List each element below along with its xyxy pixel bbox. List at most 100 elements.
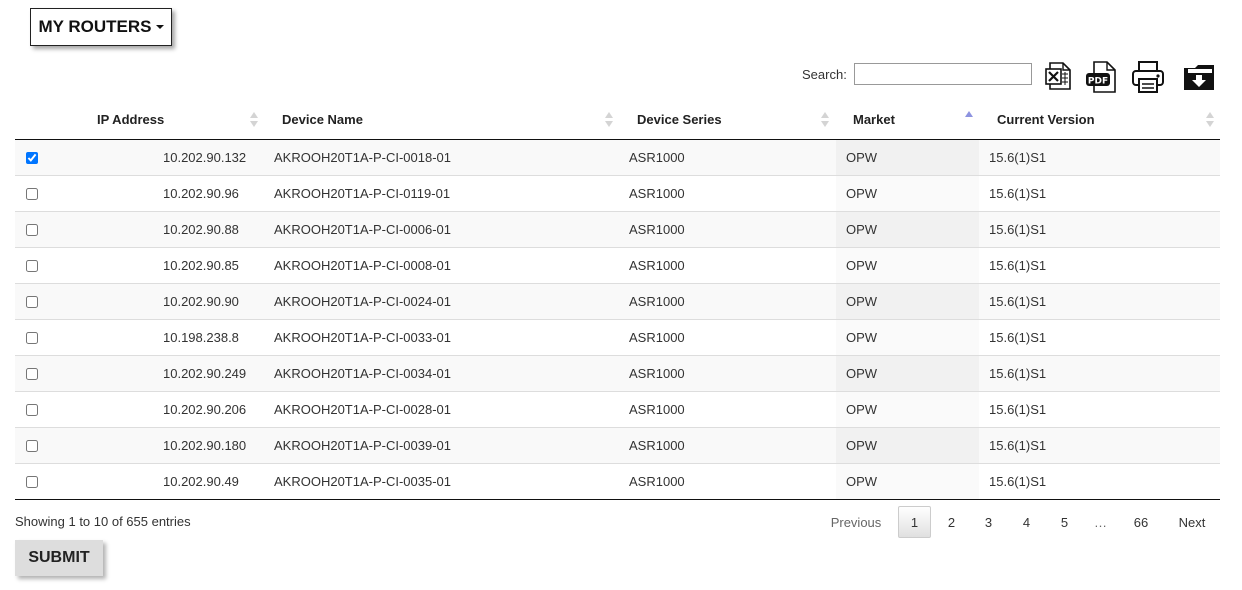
cell-current-version: 15.6(1)S1 <box>979 210 1220 247</box>
cell-market: OPW <box>836 210 979 247</box>
cell-device-name: AKROOH20T1A-P-CI-0018-01 <box>274 139 629 175</box>
row-checkbox[interactable] <box>26 476 38 489</box>
row-select-cell: 10.202.90.88 <box>15 210 274 247</box>
pagination-page[interactable]: 4 <box>1010 506 1043 538</box>
cell-market: OPW <box>836 426 979 463</box>
row-checkbox[interactable] <box>26 332 38 345</box>
row-checkbox[interactable] <box>26 404 38 417</box>
cell-device-series: ASR1000 <box>629 246 836 283</box>
cell-device-name: AKROOH20T1A-P-CI-0035-01 <box>274 462 629 500</box>
my-routers-label: MY ROUTERS <box>38 17 152 36</box>
row-select-cell: 10.202.90.90 <box>15 282 274 319</box>
sort-icon <box>605 112 613 128</box>
cell-device-name: AKROOH20T1A-P-CI-0039-01 <box>274 426 629 463</box>
search-label: Search: <box>802 67 847 82</box>
cell-current-version: 15.6(1)S1 <box>979 462 1220 500</box>
row-select-cell: 10.202.90.249 <box>15 354 274 391</box>
row-checkbox[interactable] <box>26 224 38 237</box>
cell-device-series: ASR1000 <box>629 354 836 391</box>
cell-market: OPW <box>836 318 979 355</box>
table-row[interactable]: 10.202.90.206 AKROOH20T1A-P-CI-0028-01 ASR… <box>15 390 1220 427</box>
cell-device-series: ASR1000 <box>629 210 836 247</box>
cell-device-name: AKROOH20T1A-P-CI-0024-01 <box>274 282 629 319</box>
cell-market: OPW <box>836 390 979 427</box>
table-row[interactable]: 10.202.90.88 AKROOH20T1A-P-CI-0006-01 ASR1… <box>15 210 1220 247</box>
cell-current-version: 15.6(1)S1 <box>979 426 1220 463</box>
row-checkbox[interactable] <box>26 368 38 381</box>
table-row[interactable]: 10.202.90.132 AKROOH20T1A-P-CI-0018-01 ASR… <box>15 139 1220 175</box>
cell-device-series: ASR1000 <box>629 426 836 463</box>
pdf-icon[interactable]: PDF <box>1085 60 1118 94</box>
download-icon[interactable] <box>1182 60 1216 92</box>
cell-ip-address: 10.202.90.180 <box>163 437 247 453</box>
column-header-device-series[interactable]: Device Series <box>629 101 836 140</box>
row-select-cell: 10.202.90.180 <box>15 426 274 463</box>
cell-device-name: AKROOH20T1A-P-CI-0034-01 <box>274 354 629 391</box>
cell-ip-address: 10.202.90.206 <box>163 401 247 417</box>
pagination-next[interactable]: Next <box>1168 506 1216 538</box>
row-select-cell: 10.198.238.8 <box>15 318 274 355</box>
row-select-cell: 10.202.90.206 <box>15 390 274 427</box>
cell-market: OPW <box>836 462 979 500</box>
sort-icon <box>821 112 829 128</box>
cell-market: OPW <box>836 139 979 175</box>
pagination-page[interactable]: 66 <box>1122 506 1160 538</box>
cell-device-series: ASR1000 <box>629 139 836 175</box>
row-checkbox[interactable] <box>26 260 38 273</box>
sort-icon <box>250 112 258 128</box>
cell-current-version: 15.6(1)S1 <box>979 139 1220 175</box>
cell-device-name: AKROOH20T1A-P-CI-0008-01 <box>274 246 629 283</box>
table-row[interactable]: 10.202.90.96 AKROOH20T1A-P-CI-0119-01 ASR1… <box>15 174 1220 211</box>
search-input[interactable] <box>854 63 1032 85</box>
table-row[interactable]: 10.198.238.8 AKROOH20T1A-P-CI-0033-01 ASR1… <box>15 318 1220 355</box>
cell-ip-address: 10.202.90.96 <box>163 185 239 201</box>
routers-table: IP Address Device Name Device Series Mar… <box>15 101 1220 500</box>
sort-ascending-icon <box>965 111 973 127</box>
cell-market: OPW <box>836 246 979 283</box>
pagination-page[interactable]: 5 <box>1048 506 1081 538</box>
cell-device-name: AKROOH20T1A-P-CI-0006-01 <box>274 210 629 247</box>
row-select-cell: 10.202.90.132 <box>15 139 274 175</box>
column-header-ip-address[interactable]: IP Address <box>15 101 274 140</box>
cell-device-series: ASR1000 <box>629 462 836 500</box>
row-select-cell: 10.202.90.96 <box>15 174 274 211</box>
print-icon[interactable] <box>1131 60 1165 94</box>
cell-ip-address: 10.202.90.85 <box>163 257 239 273</box>
table-row[interactable]: 10.202.90.249 AKROOH20T1A-P-CI-0034-01 ASR… <box>15 354 1220 391</box>
cell-current-version: 15.6(1)S1 <box>979 354 1220 391</box>
cell-ip-address: 10.202.90.249 <box>163 365 247 381</box>
cell-current-version: 15.6(1)S1 <box>979 390 1220 427</box>
cell-ip-address: 10.198.238.8 <box>163 329 239 345</box>
excel-icon[interactable] <box>1045 60 1073 92</box>
my-routers-dropdown[interactable]: MY ROUTERS <box>30 8 172 46</box>
row-checkbox[interactable] <box>26 152 38 165</box>
pagination-previous[interactable]: Previous <box>822 506 890 538</box>
cell-device-series: ASR1000 <box>629 282 836 319</box>
pagination-page[interactable]: 3 <box>972 506 1005 538</box>
cell-device-series: ASR1000 <box>629 318 836 355</box>
column-header-market[interactable]: Market <box>836 101 979 140</box>
pagination-page[interactable]: 1 <box>898 506 931 538</box>
table-row[interactable]: 10.202.90.85 AKROOH20T1A-P-CI-0008-01 ASR1… <box>15 246 1220 283</box>
row-checkbox[interactable] <box>26 188 38 201</box>
cell-current-version: 15.6(1)S1 <box>979 246 1220 283</box>
cell-device-name: AKROOH20T1A-P-CI-0033-01 <box>274 318 629 355</box>
submit-button[interactable]: SUBMIT <box>15 540 103 576</box>
row-select-cell: 10.202.90.85 <box>15 246 274 283</box>
table-row[interactable]: 10.202.90.49 AKROOH20T1A-P-CI-0035-01 ASR1… <box>15 462 1220 500</box>
cell-ip-address: 10.202.90.90 <box>163 293 239 309</box>
row-checkbox[interactable] <box>26 296 38 309</box>
cell-device-name: AKROOH20T1A-P-CI-0119-01 <box>274 174 629 211</box>
column-header-device-name[interactable]: Device Name <box>274 101 629 140</box>
cell-device-series: ASR1000 <box>629 390 836 427</box>
table-row[interactable]: 10.202.90.180 AKROOH20T1A-P-CI-0039-01 ASR… <box>15 426 1220 463</box>
row-checkbox[interactable] <box>26 440 38 453</box>
cell-market: OPW <box>836 174 979 211</box>
cell-ip-address: 10.202.90.88 <box>163 221 239 237</box>
cell-market: OPW <box>836 354 979 391</box>
column-header-current-version[interactable]: Current Version <box>979 101 1220 140</box>
cell-ip-address: 10.202.90.132 <box>163 149 247 165</box>
pagination-page[interactable]: 2 <box>935 506 968 538</box>
caret-down-icon <box>155 25 164 29</box>
table-row[interactable]: 10.202.90.90 AKROOH20T1A-P-CI-0024-01 ASR1… <box>15 282 1220 319</box>
